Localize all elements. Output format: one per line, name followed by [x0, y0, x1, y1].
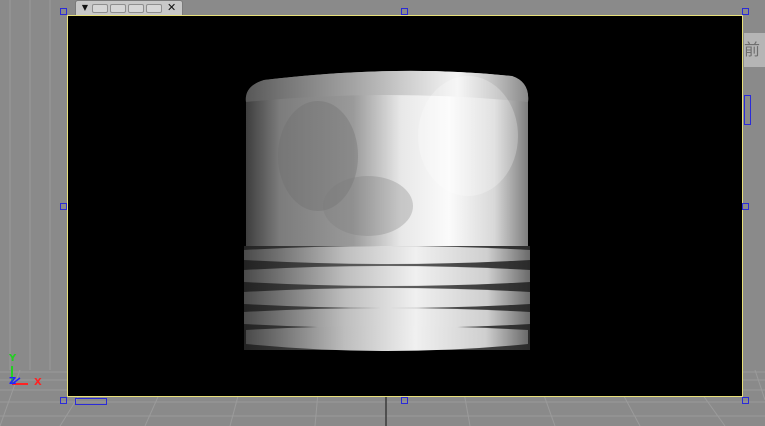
resize-handle-bottom-right[interactable] [742, 397, 749, 404]
axis-y-label: Y [9, 353, 17, 364]
resize-handle-bottom-center[interactable] [401, 397, 408, 404]
resize-handle-bottom-left[interactable] [60, 397, 67, 404]
resize-handle-top-left[interactable] [60, 8, 67, 15]
piston-render [244, 70, 530, 351]
tab-slot[interactable] [92, 3, 108, 13]
render-viewport[interactable] [67, 15, 743, 397]
viewport-tab[interactable]: ▼ ✕ [75, 0, 183, 15]
axis-gizmo: Y Z X [4, 352, 48, 394]
tab-slot[interactable] [146, 3, 162, 13]
axis-x-label: X [34, 377, 42, 388]
tab-slot[interactable] [128, 3, 144, 13]
frame-side-bar[interactable] [744, 95, 751, 125]
close-icon[interactable]: ✕ [167, 2, 176, 14]
resize-handle-middle-left[interactable] [60, 203, 67, 210]
tab-slot[interactable] [110, 3, 126, 13]
right-panel-label: 前 [744, 33, 765, 67]
frame-bottom-bar[interactable] [75, 398, 107, 405]
axis-z-label: Z [9, 376, 17, 387]
menu-arrow-icon[interactable]: ▼ [80, 2, 90, 14]
resize-handle-middle-right[interactable] [742, 203, 749, 210]
resize-handle-top-center[interactable] [401, 8, 408, 15]
resize-handle-top-right[interactable] [742, 8, 749, 15]
